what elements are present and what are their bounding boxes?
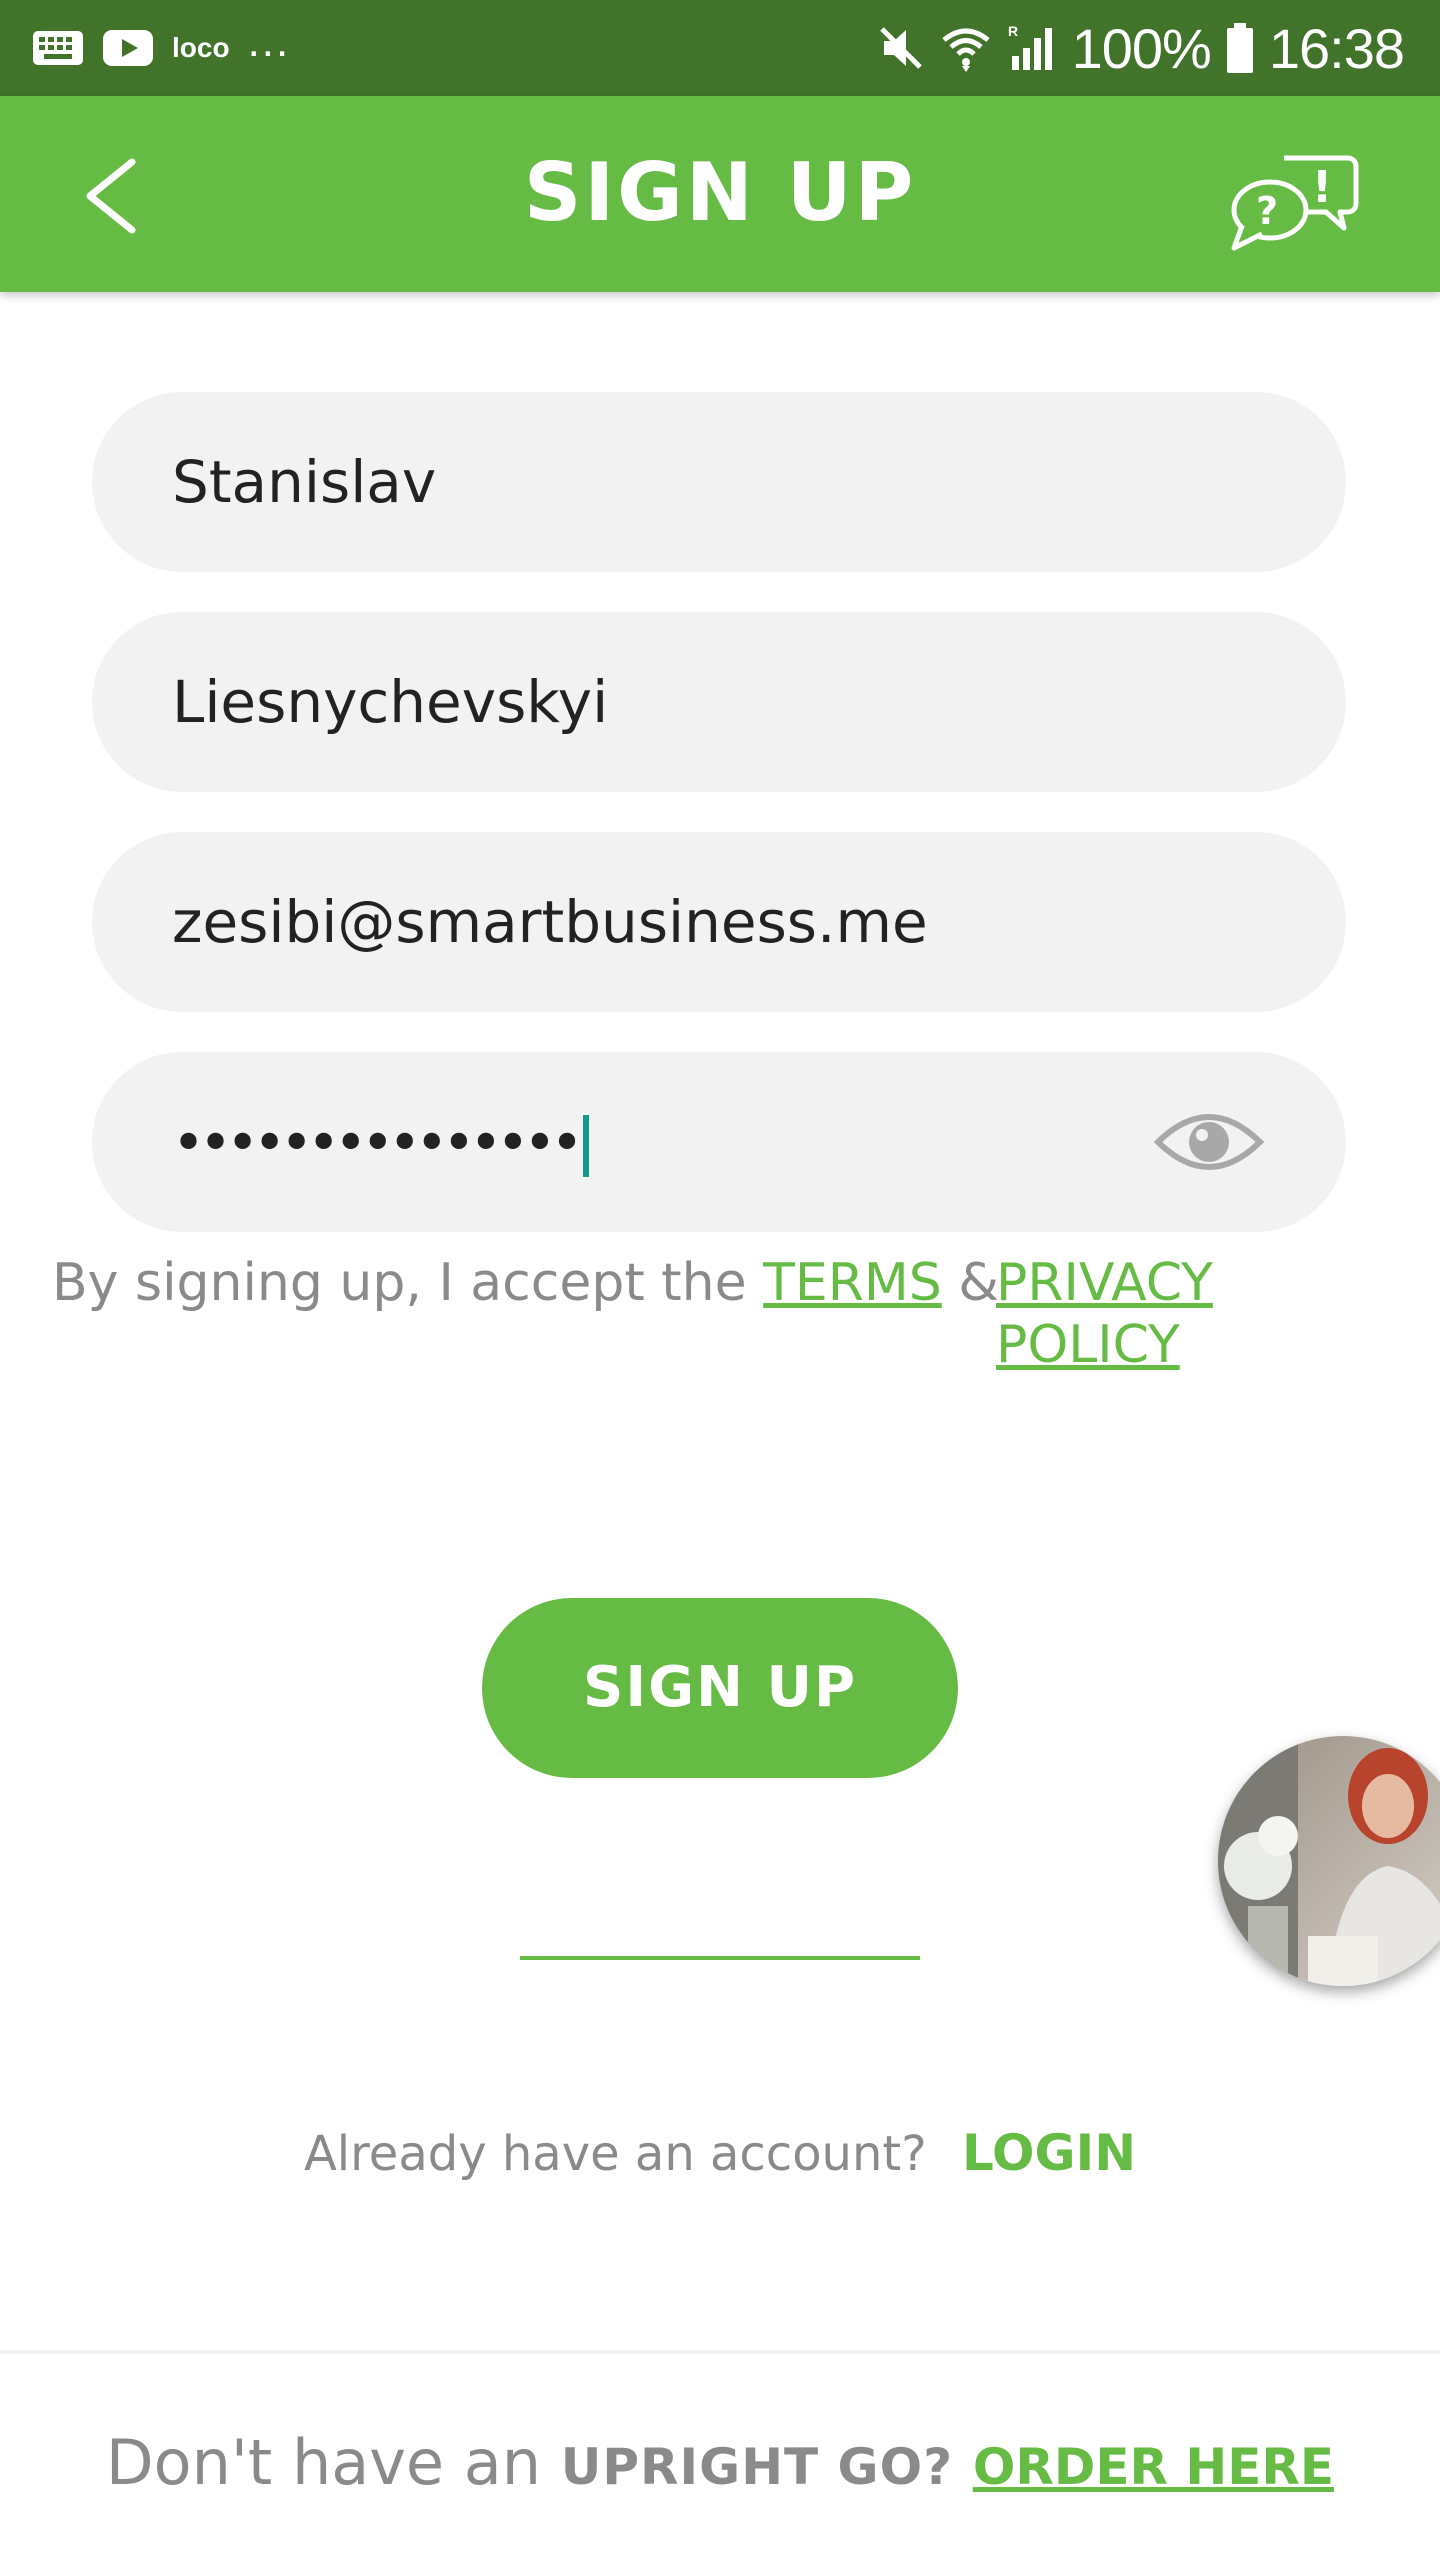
avatar-photo <box>1218 1736 1440 1986</box>
order-here-link[interactable]: ORDER HERE <box>973 2438 1334 2496</box>
keyboard-icon <box>33 31 83 65</box>
clock: 16:38 <box>1268 16 1405 80</box>
status-left: loco ... <box>32 17 290 74</box>
last-name-field[interactable]: Liesnychevskyi <box>92 612 1346 792</box>
app-label: loco <box>172 32 230 63</box>
status-right: R 100% 16:38 <box>876 16 1405 80</box>
signal-icon: R <box>1008 23 1052 70</box>
login-prompt: Already have an account? <box>303 2126 927 2182</box>
battery-percent: 100% <box>1071 16 1212 80</box>
first-name-field[interactable]: Stanislav <box>92 392 1346 572</box>
privacy-line-2: POLICY <box>996 1315 1180 1375</box>
terms-prefix: By signing up, I accept the <box>52 1253 747 1313</box>
password-value: ••••••••••••••• <box>172 1111 583 1176</box>
svg-text:!: ! <box>1312 162 1332 213</box>
order-row: Don't have an UPRIGHT GO? ORDER HERE <box>0 2426 1440 2499</box>
battery-icon <box>1226 23 1253 73</box>
help-chat-button[interactable]: ! ? <box>1228 152 1360 252</box>
footer-brand: UPRIGHT GO? <box>560 2438 954 2496</box>
eye-icon <box>1153 1114 1265 1170</box>
login-link[interactable]: LOGIN <box>962 2124 1136 2182</box>
terms-link[interactable]: TERMS <box>763 1253 942 1313</box>
divider <box>520 1956 920 1960</box>
youtube-icon <box>103 30 153 66</box>
privacy-line-1: PRIVACY <box>996 1253 1213 1313</box>
login-row: Already have an account? LOGIN <box>0 2124 1440 2182</box>
svg-text:R: R <box>1008 23 1018 39</box>
sign-up-button[interactable]: SIGN UP <box>482 1598 958 1778</box>
floating-video-avatar[interactable] <box>1218 1736 1440 1986</box>
footer-prefix: Don't have an <box>105 2426 542 2499</box>
footer-bar: Don't have an UPRIGHT GO? ORDER HERE <box>0 2350 1440 2564</box>
password-field[interactable]: ••••••••••••••• <box>92 1052 1346 1232</box>
app-bar: SIGN UP ! ? <box>0 96 1440 292</box>
email-value: zesibi@smartbusiness.me <box>172 888 928 956</box>
page-title: SIGN UP <box>523 146 917 239</box>
more-indicator: ... <box>247 17 291 66</box>
status-bar: loco ... R 100% 16:38 <box>0 0 1440 96</box>
privacy-policy-link[interactable]: PRIVACY POLICY <box>996 1252 1213 1376</box>
wifi-icon <box>942 28 990 72</box>
terms-ampersand: & <box>958 1253 999 1313</box>
email-field[interactable]: zesibi@smartbusiness.me <box>92 832 1346 1012</box>
first-name-value: Stanislav <box>172 448 437 516</box>
password-value-wrap: ••••••••••••••• <box>172 1052 590 1232</box>
mute-icon <box>879 27 922 69</box>
terms-text: By signing up, I accept the TERMS & PRIV… <box>52 1252 1352 1375</box>
password-visibility-toggle[interactable] <box>1153 1102 1265 1182</box>
last-name-value: Liesnychevskyi <box>172 668 609 736</box>
help-chat-icon: ! ? <box>1231 155 1359 251</box>
svg-text:?: ? <box>1256 189 1278 233</box>
text-caret <box>583 1114 590 1177</box>
